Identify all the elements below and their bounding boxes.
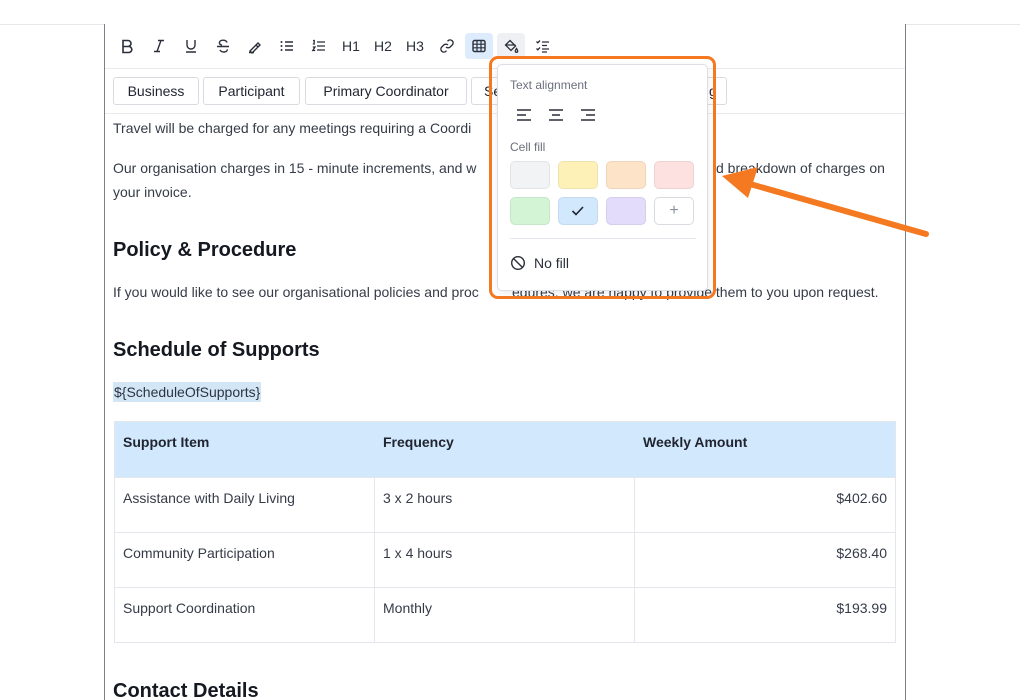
table-button[interactable] [465, 33, 493, 59]
highlight-button[interactable] [241, 33, 269, 59]
underline-icon [186, 40, 196, 53]
no-fill-icon [510, 255, 526, 271]
numbered-list-button[interactable] [305, 33, 333, 59]
align-right-button[interactable] [576, 105, 600, 125]
increments-paragraph-line2: your invoice. [113, 184, 192, 200]
align-left-icon [517, 109, 531, 121]
table-icon [472, 39, 486, 53]
italic-button[interactable] [145, 33, 173, 59]
table-cell[interactable]: $268.40 [635, 533, 895, 588]
heading-1-button[interactable]: H1 [337, 33, 365, 59]
link-icon [440, 39, 454, 53]
schedule-heading: Schedule of Supports [113, 339, 320, 361]
table-header-cell[interactable]: Frequency [375, 422, 635, 477]
schedule-placeholder[interactable]: ${ScheduleOfSupports} [113, 382, 262, 402]
table-row: Community Participation 1 x 4 hours $268… [115, 532, 895, 588]
table-cell[interactable]: Monthly [375, 588, 635, 643]
table-cell[interactable]: 3 x 2 hours [375, 478, 635, 533]
cell-fill-label: Cell fill [510, 140, 546, 154]
align-right-icon [581, 109, 595, 121]
bullet-list-button[interactable] [273, 33, 301, 59]
travel-paragraph: Travel will be charged for any meetings … [113, 120, 472, 136]
color-swatch[interactable] [606, 197, 646, 225]
color-swatch[interactable] [558, 197, 598, 225]
table-cell[interactable]: Assistance with Daily Living [115, 478, 375, 533]
align-left-button[interactable] [512, 105, 536, 125]
bullet-list-icon [280, 41, 293, 51]
policy-heading: Policy & Procedure [113, 239, 297, 261]
numbered-list-icon [311, 39, 325, 52]
heading-2-button[interactable]: H2 [369, 33, 397, 59]
underline-button[interactable] [177, 33, 205, 59]
increments-paragraph-start: Our organisation charges in 15 - minute … [113, 160, 477, 176]
color-swatch[interactable] [510, 161, 550, 189]
chip-participant[interactable]: Participant [203, 77, 300, 105]
table-cell[interactable]: $402.60 [635, 478, 895, 533]
bold-button[interactable] [113, 33, 141, 59]
chip-business[interactable]: Business [113, 77, 199, 105]
color-swatch[interactable] [606, 161, 646, 189]
align-center-button[interactable] [544, 105, 568, 125]
annotation-arrow [722, 167, 929, 237]
heading-3-button[interactable]: H3 [401, 33, 429, 59]
no-fill-label: No fill [534, 255, 570, 271]
popover-divider [510, 238, 696, 239]
contact-heading: Contact Details [113, 680, 259, 700]
strikethrough-button[interactable] [209, 33, 237, 59]
color-swatch[interactable] [654, 161, 694, 189]
table-header-cell[interactable]: Weekly Amount [635, 422, 895, 477]
schedule-table[interactable]: Support Item Frequency Weekly Amount Ass… [114, 421, 896, 643]
table-row: Support Coordination Monthly $193.99 [115, 587, 895, 643]
policy-paragraph-start: If you would like to see our organisatio… [113, 284, 479, 300]
checklist-icon [536, 40, 549, 53]
table-row: Assistance with Daily Living 3 x 2 hours… [115, 477, 895, 533]
strikethrough-icon [217, 39, 229, 53]
table-header-row: Support Item Frequency Weekly Amount [115, 422, 895, 477]
table-cell[interactable]: $193.99 [635, 588, 895, 643]
check-icon [571, 206, 584, 216]
bold-icon [122, 39, 133, 54]
align-center-icon [549, 109, 563, 121]
color-swatch[interactable] [558, 161, 598, 189]
table-header-cell[interactable]: Support Item [115, 422, 375, 477]
cell-format-popover: Text alignment Cell fill + No fill [497, 64, 708, 291]
link-button[interactable] [433, 33, 461, 59]
highlighter-icon [249, 42, 261, 54]
chip-primary-coordinator[interactable]: Primary Coordinator [305, 77, 467, 105]
table-cell[interactable]: Support Coordination [115, 588, 375, 643]
no-fill-button[interactable]: No fill [510, 255, 569, 271]
italic-icon [154, 39, 164, 53]
add-custom-color-button[interactable]: + [654, 197, 694, 225]
text-alignment-label: Text alignment [510, 78, 588, 92]
table-cell[interactable]: Community Participation [115, 533, 375, 588]
top-bar [0, 0, 1020, 25]
table-cell[interactable]: 1 x 4 hours [375, 533, 635, 588]
paint-bucket-icon [504, 39, 519, 53]
color-swatch[interactable] [510, 197, 550, 225]
